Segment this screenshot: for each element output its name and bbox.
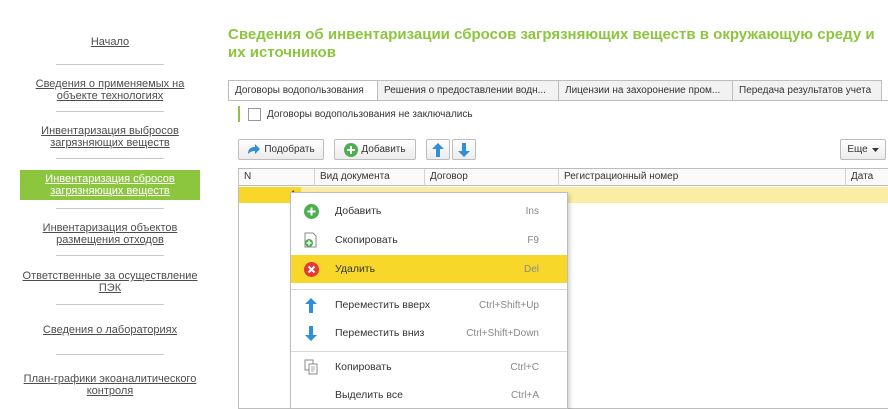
sidebar-divider	[56, 208, 164, 209]
menu-item-shortcut: Del	[523, 263, 539, 275]
sidebar-item-waste-sites[interactable]: Инвентаризация объектов размещения отход…	[20, 222, 200, 246]
column-header-date[interactable]: Дата	[846, 169, 888, 186]
menu-item-label: Переместить вверх	[335, 299, 431, 311]
menu-item-select-all[interactable]: Выделить все Ctrl+A	[291, 381, 567, 409]
pick-button-label: Подобрать	[264, 144, 315, 155]
menu-item-label: Выделить все	[335, 389, 403, 401]
context-menu: Добавить Ins Скопировать F9 Удалить Del …	[290, 192, 568, 409]
menu-item-shortcut: Ins	[525, 205, 539, 217]
tab-underline	[228, 100, 888, 101]
move-down-button[interactable]	[452, 139, 476, 160]
clipboard-copy-icon	[303, 359, 319, 375]
sidebar-divider	[56, 64, 164, 65]
tab-bar: Договоры водопользования Решения о предо…	[228, 80, 882, 101]
menu-separator	[291, 351, 567, 352]
menu-item-label: Переместить вниз	[335, 327, 425, 339]
menu-item-move-up[interactable]: Переместить вверх Ctrl+Shift+Up	[291, 291, 567, 319]
sidebar-item-home[interactable]: Начало	[20, 36, 200, 48]
sidebar: Начало Сведения о применяемых на объекте…	[0, 0, 208, 409]
add-icon	[303, 203, 319, 219]
menu-item-label: Добавить	[335, 205, 382, 217]
menu-item-move-down[interactable]: Переместить вниз Ctrl+Shift+Down	[291, 319, 567, 347]
delete-icon	[303, 261, 319, 277]
checkbox-marker	[238, 106, 240, 122]
tab-water-decisions[interactable]: Решения о предоставлении водн...	[377, 80, 559, 100]
sidebar-item-emissions[interactable]: Инвентаризация выбросов загрязняющих вещ…	[20, 125, 200, 149]
sidebar-item-discharges[interactable]: Инвентаризация сбросов загрязняющих веще…	[20, 170, 200, 200]
add-button[interactable]: Добавить	[334, 139, 416, 160]
menu-item-label: Скопировать	[335, 234, 398, 246]
menu-item-shortcut: Ctrl+A	[510, 389, 539, 401]
tab-burial-licenses[interactable]: Лицензии на захоронение пром...	[558, 80, 733, 100]
pick-button[interactable]: Подобрать	[238, 139, 324, 160]
table-header: N Вид документа Договор Регистрационный …	[239, 169, 888, 186]
arrow-down-icon	[458, 142, 470, 157]
menu-item-shortcut: Ctrl+Shift+Down	[466, 327, 539, 339]
menu-item-label: Удалить	[335, 263, 376, 275]
arrow-up-icon	[432, 142, 444, 157]
page-title: Сведения об инвентаризации сбросов загря…	[228, 26, 875, 61]
menu-item-shortcut: Ctrl+Shift+Up	[478, 299, 539, 311]
menu-separator	[291, 289, 567, 290]
no-contracts-checkbox-row: Договоры водопользования не заключались	[238, 106, 473, 122]
sidebar-divider	[56, 354, 164, 355]
tab-results-transfer[interactable]: Передача результатов учета	[732, 80, 882, 100]
menu-item-shortcut: F9	[527, 234, 539, 246]
tab-water-contracts[interactable]: Договоры водопользования	[228, 80, 378, 101]
arrow-down-icon	[303, 325, 319, 341]
more-button[interactable]: Еще	[840, 139, 886, 160]
sidebar-item-schedules[interactable]: План-графики экоаналитического контроля	[20, 373, 200, 397]
menu-item-label: Копировать	[335, 361, 392, 373]
sidebar-divider	[56, 111, 164, 112]
menu-item-copy-item[interactable]: Скопировать F9	[291, 226, 567, 254]
no-contracts-checkbox[interactable]	[248, 107, 261, 121]
menu-item-shortcut: Ctrl+C	[510, 361, 539, 373]
more-button-label: Еще	[847, 144, 868, 155]
chevron-down-icon	[871, 147, 879, 152]
no-contracts-checkbox-label[interactable]: Договоры водопользования не заключались	[267, 109, 473, 120]
add-button-label: Добавить	[361, 144, 406, 155]
sidebar-divider	[56, 158, 164, 159]
arrow-up-icon	[303, 297, 319, 313]
copy-item-icon	[303, 232, 319, 248]
sidebar-divider	[56, 255, 164, 256]
move-up-button[interactable]	[426, 139, 450, 160]
column-header-n[interactable]: N	[239, 169, 315, 186]
column-header-contract[interactable]: Договор	[425, 169, 559, 186]
pick-arrow-icon	[248, 143, 261, 154]
column-header-doc-type[interactable]: Вид документа	[315, 169, 425, 186]
menu-item-copy[interactable]: Копировать Ctrl+C	[291, 353, 567, 381]
sidebar-item-responsible[interactable]: Ответственные за осуществление ПЭК	[10, 270, 210, 294]
column-header-reg-number[interactable]: Регистрационный номер	[559, 169, 846, 186]
menu-item-add[interactable]: Добавить Ins	[291, 197, 567, 225]
menu-item-delete[interactable]: Удалить Del	[291, 255, 567, 283]
sidebar-item-laboratories[interactable]: Сведения о лабораториях	[20, 324, 200, 336]
add-icon	[344, 142, 359, 157]
sidebar-item-technologies[interactable]: Сведения о применяемых на объекте технол…	[20, 78, 200, 102]
sidebar-divider	[56, 304, 164, 305]
